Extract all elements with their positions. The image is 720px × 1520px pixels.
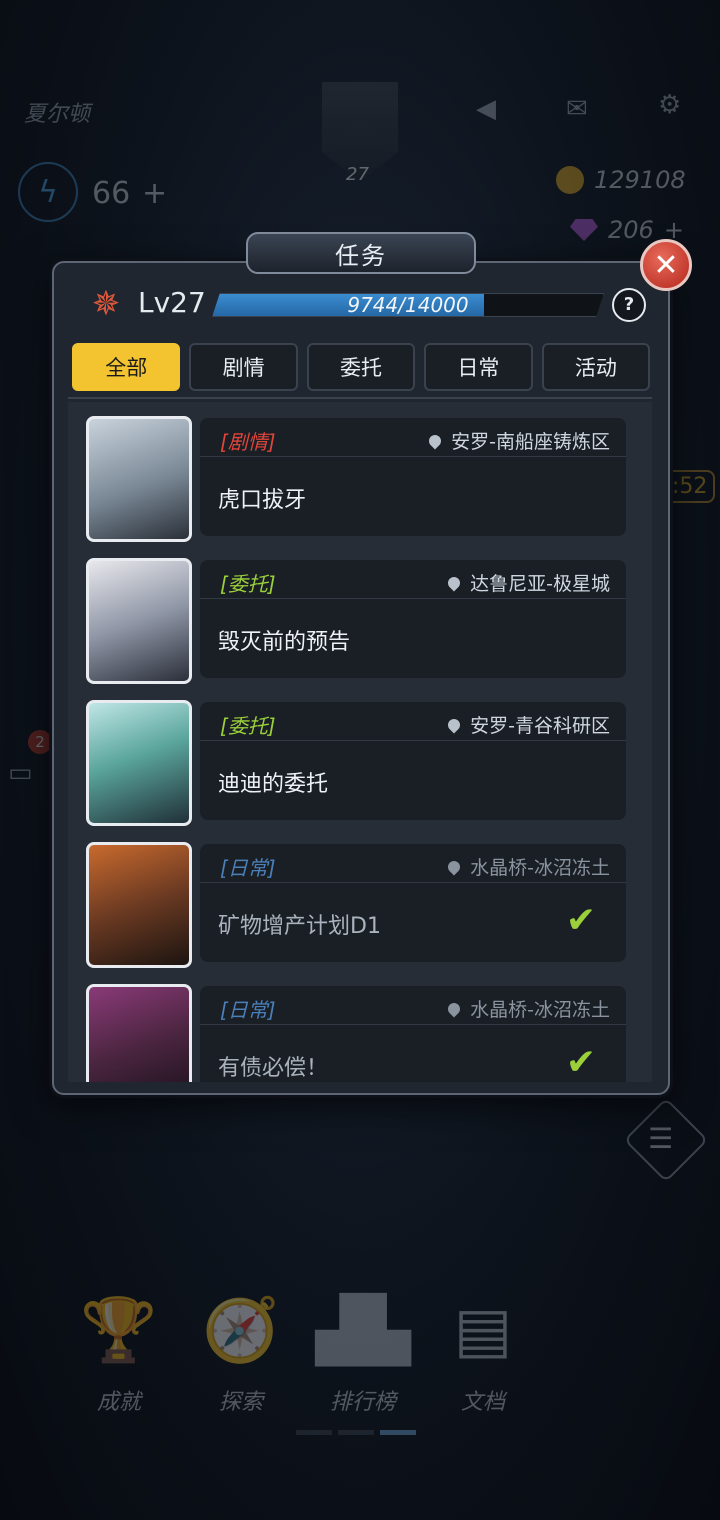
- quest-category: [委托]: [220, 572, 276, 596]
- card-divider: [200, 1024, 626, 1025]
- quest-location-text: 达鲁尼亚-极星城: [470, 573, 610, 595]
- tab-daily[interactable]: 日常: [424, 343, 533, 391]
- quest-category: [日常]: [220, 998, 276, 1022]
- quest-item[interactable]: [日常] 水晶桥-冰沼冻土矿物增产计划D1 ✔: [86, 842, 628, 968]
- bottom-nav: 🏆 成就 🧭 探索 ▟▙ 排行榜 ▤ 文档: [0, 1290, 720, 1440]
- quest-card[interactable]: [委托] 安罗-青谷科研区迪迪的委托: [200, 702, 626, 820]
- quest-portrait: [86, 984, 192, 1082]
- quest-name: 虎口拔牙: [218, 488, 307, 513]
- tab-story[interactable]: 剧情: [189, 343, 298, 391]
- quest-location: 安罗-南船座铸炼区: [426, 427, 610, 454]
- nav-achievements[interactable]: 🏆 成就: [64, 1290, 174, 1416]
- tab-commission[interactable]: 委托: [306, 343, 416, 391]
- nav-leaderboard[interactable]: ▟▙ 排行榜: [308, 1290, 418, 1416]
- coin-icon: [556, 166, 584, 194]
- tabs-divider: [68, 397, 652, 399]
- quest-portrait: [86, 700, 192, 826]
- tab-all[interactable]: 全部: [72, 343, 181, 391]
- quest-location-text: 水晶桥-冰沼冻土: [470, 857, 610, 879]
- tab-event[interactable]: 活动: [541, 343, 651, 391]
- energy-count: 66: [92, 176, 131, 211]
- help-button[interactable]: ?: [612, 288, 646, 322]
- quest-location: 达鲁尼亚-极星城: [445, 569, 610, 596]
- quest-item[interactable]: [剧情] 安罗-南船座铸炼区虎口拔牙: [86, 416, 628, 542]
- quest-card[interactable]: [剧情] 安罗-南船座铸炼区虎口拔牙: [200, 418, 626, 536]
- compass-icon: 🧭: [202, 1293, 280, 1366]
- quest-category: [委托]: [220, 714, 276, 738]
- quest-name: 毁灭前的预告: [218, 630, 351, 655]
- trophy-icon: 🏆: [80, 1293, 158, 1366]
- card-divider: [200, 740, 626, 741]
- nav-label: 探索: [218, 1390, 263, 1415]
- gem-icon: [570, 219, 598, 241]
- location-pin-icon: [445, 716, 463, 733]
- location-pin-icon: [445, 574, 463, 591]
- xp-bar: 9744/14000: [212, 293, 604, 317]
- quest-filter-tabs: 全部 剧情 委托 日常 活动: [72, 343, 651, 391]
- chat-badge: 2: [28, 730, 52, 754]
- city-name: 夏尔顿: [24, 102, 91, 127]
- quest-location-text: 安罗-南船座铸炼区: [451, 431, 610, 453]
- quest-card[interactable]: [日常] 水晶桥-冰沼冻土有债必偿！ ✔: [200, 986, 626, 1082]
- quest-portrait: [86, 842, 192, 968]
- nav-label: 文档: [460, 1390, 505, 1415]
- quest-name: 有债必偿！: [218, 1056, 329, 1081]
- coin-count: 129108: [594, 166, 686, 194]
- nav-explore[interactable]: 🧭 探索: [186, 1290, 296, 1416]
- coin-counter: 129108: [556, 166, 686, 194]
- quest-item[interactable]: [委托] 安罗-青谷科研区迪迪的委托: [86, 700, 628, 826]
- nav-documents[interactable]: ▤ 文档: [428, 1290, 538, 1416]
- card-divider: [200, 882, 626, 883]
- quest-list[interactable]: [剧情] 安罗-南船座铸炼区虎口拔牙 [委托] 达鲁尼亚-极星城毁灭前的预告 [委托] 安…: [68, 402, 652, 1082]
- quest-location: 水晶桥-冰沼冻土: [445, 995, 610, 1022]
- checkmark-icon: ✔: [565, 900, 596, 941]
- quest-location-text: 安罗-青谷科研区: [470, 715, 610, 737]
- quest-name: 矿物增产计划D1: [218, 914, 381, 939]
- checklist-icon: ☰: [648, 1122, 674, 1155]
- chat-icon[interactable]: ▭: [8, 758, 33, 788]
- add-energy-button[interactable]: +: [142, 176, 167, 211]
- quest-portrait: [86, 416, 192, 542]
- podium-icon: ▟▙: [315, 1293, 411, 1366]
- event-timer[interactable]: :52: [664, 470, 716, 503]
- rank-emblem-icon: ✵: [91, 284, 121, 324]
- quest-item[interactable]: [委托] 达鲁尼亚-极星城毁灭前的预告: [86, 558, 628, 684]
- nav-label: 成就: [96, 1390, 141, 1415]
- nav-label: 排行榜: [329, 1390, 396, 1415]
- quest-name: 迪迪的委托: [218, 772, 329, 797]
- quest-category: [剧情]: [220, 430, 276, 454]
- card-divider: [200, 598, 626, 599]
- quest-card[interactable]: [委托] 达鲁尼亚-极星城毁灭前的预告: [200, 560, 626, 678]
- quest-category: [日常]: [220, 856, 276, 880]
- level-progress: ✵ Lv27 9744/14000 ?: [76, 284, 646, 324]
- location-pin-icon: [445, 1000, 463, 1017]
- location-pin-icon: [426, 432, 444, 449]
- dialog-title: 任务: [246, 232, 476, 274]
- page-indicator: [296, 1430, 416, 1435]
- quest-item[interactable]: [日常] 水晶桥-冰沼冻土有债必偿！ ✔: [86, 984, 628, 1082]
- card-divider: [200, 456, 626, 457]
- xp-text: 9744/14000: [347, 293, 469, 317]
- checkmark-icon: ✔: [565, 1042, 596, 1082]
- document-icon: ▤: [453, 1293, 513, 1366]
- mail-icon[interactable]: ✉: [566, 94, 588, 124]
- quest-location-text: 水晶桥-冰沼冻土: [470, 999, 610, 1021]
- gem-count: 206: [608, 216, 654, 244]
- player-level: Lv27: [138, 286, 206, 319]
- location-pin-icon: [445, 858, 463, 875]
- energy-icon: ϟ: [18, 162, 78, 222]
- rank-level: 27: [346, 164, 369, 185]
- quest-location: 安罗-青谷科研区: [445, 711, 610, 738]
- quest-location: 水晶桥-冰沼冻土: [445, 853, 610, 880]
- gear-icon[interactable]: ⚙: [658, 90, 681, 120]
- quest-card[interactable]: [日常] 水晶桥-冰沼冻土矿物增产计划D1 ✔: [200, 844, 626, 962]
- close-button[interactable]: ✕: [640, 239, 692, 291]
- quest-portrait: [86, 558, 192, 684]
- speaker-icon[interactable]: ◀︎: [476, 94, 496, 124]
